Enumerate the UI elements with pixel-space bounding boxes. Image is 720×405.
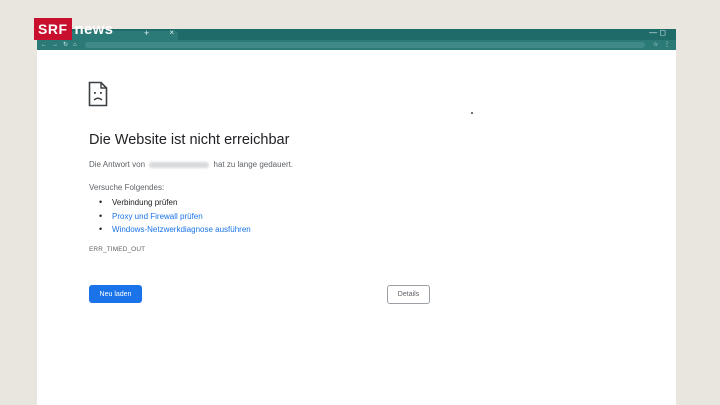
bookmark-star-icon[interactable]: ☆ [653, 42, 658, 48]
error-title: Die Website ist nicht erreichbar [89, 132, 290, 148]
error-page: Die Website ist nicht erreichbar Die Ant… [37, 50, 676, 405]
browser-window: × + — ◻ ← → ↻ ⌂ ☆ ⋮ Die Website ist nich… [37, 29, 676, 405]
new-tab-icon[interactable]: + [144, 29, 149, 38]
suggestions-list: Verbindung prüfen Proxy und Firewall prü… [98, 196, 251, 237]
toolbar-actions: ☆ ⋮ [649, 40, 670, 50]
response-suffix: hat zu lange gedauert. [213, 160, 294, 169]
error-code: ERR_TIMED_OUT [89, 246, 146, 253]
browser-toolbar: ← → ↻ ⌂ ☆ ⋮ [37, 40, 676, 50]
srf-logo-mark: SRF [34, 18, 72, 40]
back-icon[interactable]: ← [41, 40, 47, 50]
sad-page-icon [88, 81, 108, 107]
suggestions-heading: Versuche Folgendes: [89, 183, 165, 192]
stray-dot [471, 112, 473, 114]
window-controls[interactable]: — ◻ [649, 29, 666, 37]
srf-news-logo: SRF news [34, 18, 113, 40]
reload-button[interactable]: Neu laden [89, 285, 142, 303]
suggestion-check-connection: Verbindung prüfen [98, 196, 251, 210]
response-prefix: Die Antwort von [89, 160, 146, 169]
suggestion-network-diagnostics[interactable]: Windows-Netzwerkdiagnose ausführen [98, 223, 251, 237]
home-icon[interactable]: ⌂ [73, 40, 77, 50]
error-description: Die Antwort von hat zu lange gedauert. [89, 160, 293, 169]
address-bar[interactable] [85, 42, 645, 48]
details-button[interactable]: Details [387, 285, 430, 304]
tab-close-icon[interactable]: × [169, 29, 174, 37]
tab-bar: × + — ◻ [37, 29, 676, 40]
forward-icon[interactable]: → [52, 40, 58, 50]
reload-icon[interactable]: ↻ [63, 40, 68, 50]
news-logo-text: news [74, 20, 114, 38]
suggestion-check-proxy-firewall[interactable]: Proxy und Firewall prüfen [98, 210, 251, 224]
menu-icon[interactable]: ⋮ [664, 42, 670, 48]
blurred-hostname [149, 161, 210, 168]
